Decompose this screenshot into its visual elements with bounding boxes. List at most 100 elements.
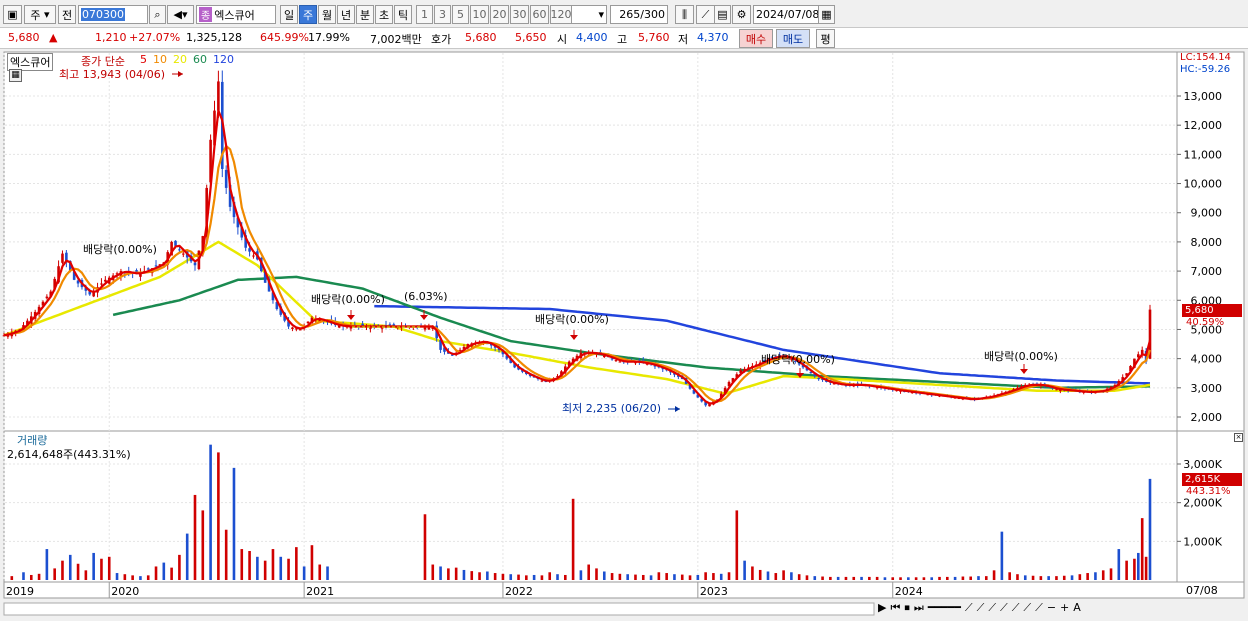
calendar-icon[interactable]: ▦ (818, 5, 835, 24)
bottom-tool-icon-2[interactable]: ⏹ (904, 601, 910, 614)
volume-bar (217, 452, 220, 580)
price-tick-label: 9,000 (1191, 207, 1223, 220)
interval-button-30[interactable]: 30 (510, 5, 529, 24)
volume-bar (556, 574, 559, 580)
save-icon[interactable]: ▤ (714, 5, 731, 24)
period-tab-6[interactable]: 틱 (394, 5, 412, 24)
period-tab-5[interactable]: 초 (375, 5, 393, 24)
speaker-icon[interactable]: ◀▾ (167, 5, 194, 24)
right-date-label: 07/08 (1186, 584, 1218, 597)
volume-bar (875, 576, 879, 580)
low-annotation: 최저 2,235 (06/20) (562, 402, 662, 415)
volume-bar (704, 572, 707, 580)
interval-button-1[interactable]: 1 (416, 5, 433, 24)
volume-bar (852, 576, 856, 580)
volume-bar (1109, 568, 1113, 580)
last-volume-tag: 2,615K (1182, 473, 1242, 486)
price-tick-label: 2,000 (1191, 411, 1223, 424)
volume-bar (1101, 570, 1105, 580)
hc-value: HC:-59.26 (1180, 64, 1231, 75)
period-tab-1[interactable]: 주 (299, 5, 317, 24)
volume-bar (930, 577, 934, 580)
stock-chart[interactable]: 2,0003,0004,0005,0006,0007,0008,0009,000… (0, 50, 1248, 621)
bottom-tool-icon-1[interactable]: ⏮ (890, 601, 900, 614)
sell-button[interactable]: 매도 (776, 29, 810, 48)
volume-bar (318, 564, 322, 580)
interval-button-5[interactable]: 5 (452, 5, 469, 24)
volume-bar (860, 576, 863, 580)
panel-close-icon[interactable]: × (1234, 433, 1243, 442)
quote-bar: 5,680 ▲ 1,210 +27.07% 1,325,128 645.99% … (0, 28, 1248, 49)
volume-bar (447, 568, 450, 580)
bottom-tool-icon-9[interactable]: ⟋ (1012, 601, 1020, 614)
candle-icon[interactable]: ⫼ (675, 5, 694, 24)
volume-bar (224, 529, 228, 580)
count-input[interactable]: 265/300 (610, 5, 668, 24)
bottom-tool-icon-10[interactable]: ⟋ (1023, 601, 1031, 614)
volume-bar (439, 566, 442, 580)
date-input[interactable]: 2024/07/08 (753, 5, 819, 24)
candle-body (61, 253, 64, 263)
bottom-tool-icon-6[interactable]: ⟋ (977, 601, 985, 614)
bottom-tool-icon-4[interactable]: ━━━━━ (928, 601, 961, 614)
volume-bar (454, 567, 458, 580)
bottom-tool-icon-8[interactable]: ⟋ (1000, 601, 1008, 614)
market-select[interactable]: 주 ▾ (24, 5, 56, 24)
stock-code-input[interactable]: 070300 (78, 5, 148, 24)
volume-bar (992, 570, 996, 580)
volume-bar (462, 569, 466, 580)
bottom-tool-icon-11[interactable]: ⟋ (1035, 601, 1043, 614)
scrollbar-track[interactable] (3, 602, 875, 616)
volume-bar (100, 558, 103, 580)
period-tab-2[interactable]: 월 (318, 5, 336, 24)
prev-button[interactable]: 전 (58, 5, 76, 24)
volume-bar (790, 572, 793, 580)
period-tab-4[interactable]: 분 (356, 5, 374, 24)
stock-name-field[interactable]: 종 엑스큐어 (196, 5, 276, 24)
interval-button-60[interactable]: 60 (530, 5, 549, 24)
settings-gear-icon[interactable]: ⚙ (732, 5, 751, 24)
volume-bar (162, 562, 166, 580)
search-icon[interactable]: ⌕ (149, 5, 166, 24)
price-tick-label: 4,000 (1191, 353, 1223, 366)
interval-button-120[interactable]: 120 (550, 5, 572, 24)
eval-button[interactable]: 평 (816, 29, 835, 48)
period-tab-0[interactable]: 일 (280, 5, 298, 24)
bottom-tool-icon-5[interactable]: ⟋ (965, 601, 973, 614)
bottom-tool-icon-3[interactable]: ⏭ (914, 601, 924, 614)
ma-legend-20: 20 (173, 53, 187, 66)
volume-bar (1137, 552, 1140, 580)
dividend-note-2: 배당락(0.00%) (311, 293, 385, 306)
table-icon[interactable]: ▦ (9, 69, 22, 82)
volume-bar (107, 556, 111, 580)
volume-value-line: 2,614,648주(443.31%) (7, 448, 131, 461)
period-tab-3[interactable]: 년 (337, 5, 355, 24)
volume-bar (712, 573, 715, 580)
bottom-tool-icon-12[interactable]: − (1047, 601, 1056, 614)
candle-body (618, 361, 622, 363)
volume-bar (532, 574, 536, 580)
volume-bar (493, 573, 497, 580)
interval-button-20[interactable]: 20 (490, 5, 509, 24)
chart-area[interactable]: 2,000 3,000 4,000 5,000 6,000 7,000 8,000 9,000… (0, 50, 1248, 621)
volume-bar (470, 571, 474, 580)
window-menu-icon[interactable]: ▣ (3, 5, 22, 24)
line-tool-icon[interactable]: ⟋ (696, 5, 715, 24)
buy-button[interactable]: 매수 (739, 29, 773, 48)
price-tick-label: 11,000 (1184, 148, 1223, 161)
bottom-tool-icon-7[interactable]: ⟋ (988, 601, 996, 614)
volume-bar (1023, 575, 1027, 580)
interval-input[interactable]: ▾ (571, 5, 607, 24)
volume-bar (743, 560, 746, 580)
bottom-tool-icon-0[interactable]: ▶ (878, 601, 886, 614)
bottom-tool-icon-14[interactable]: A (1073, 601, 1081, 614)
interval-button-3[interactable]: 3 (434, 5, 451, 24)
bottom-tool-icon-13[interactable]: + (1060, 601, 1069, 614)
volume-bar (201, 510, 205, 580)
volume-bar (193, 494, 197, 580)
low-label: 저 (678, 33, 689, 46)
up-arrow-icon: ▲ (49, 31, 58, 44)
x-tick-label: 2019 (6, 585, 34, 598)
interval-button-10[interactable]: 10 (470, 5, 489, 24)
volume-bar (844, 576, 848, 580)
